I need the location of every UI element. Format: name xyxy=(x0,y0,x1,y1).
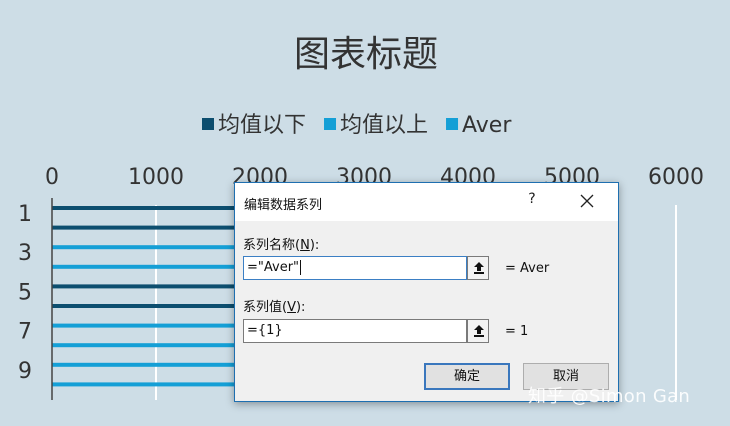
legend-swatch xyxy=(446,118,459,130)
y-tick-label: 7 xyxy=(18,320,32,345)
y-tick-label: 9 xyxy=(18,359,32,384)
ok-button[interactable]: 确定 xyxy=(424,363,510,390)
legend-label: Aver xyxy=(462,113,512,138)
close-icon[interactable] xyxy=(578,192,596,210)
legend-swatch xyxy=(202,118,214,130)
edit-series-dialog: 编辑数据系列 ? 系列名称(N): ="Aver" = Aver 系列值(V):… xyxy=(234,182,619,402)
bar[interactable] xyxy=(52,206,242,210)
x-tick-label: 1000 xyxy=(128,165,184,190)
bar[interactable] xyxy=(52,323,242,328)
dialog-titlebar[interactable]: 编辑数据系列 ? xyxy=(235,183,618,221)
y-tick-label: 5 xyxy=(18,280,32,305)
bar[interactable] xyxy=(52,245,242,250)
bar-series[interactable] xyxy=(52,206,242,387)
range-selector-icon xyxy=(474,325,484,337)
bar[interactable] xyxy=(52,304,242,308)
legend-swatch xyxy=(324,118,337,130)
series-values-label: 系列值(V): xyxy=(243,300,306,315)
series-name-input[interactable]: ="Aver" xyxy=(243,256,467,280)
bar[interactable] xyxy=(52,284,242,289)
series-name-range-button[interactable] xyxy=(467,256,489,280)
chart-legend[interactable]: 均值以下 均值以上 Aver xyxy=(202,113,512,138)
x-tick-label: 6000 xyxy=(648,165,704,190)
help-button[interactable]: ? xyxy=(523,191,541,211)
legend-label: 均值以下 xyxy=(218,113,306,138)
bar[interactable] xyxy=(52,343,242,348)
x-tick-label: 0 xyxy=(45,165,59,190)
series-name-preview: = Aver xyxy=(505,261,550,276)
series-values-preview: = 1 xyxy=(505,324,529,339)
bar[interactable] xyxy=(52,362,242,367)
dialog-title: 编辑数据系列 xyxy=(244,198,323,213)
dialog-body: 系列名称(N): ="Aver" = Aver 系列值(V): ={1} = 1… xyxy=(235,221,618,401)
watermark: 知乎 @Simon Gan xyxy=(528,386,691,407)
series-values-input[interactable]: ={1} xyxy=(243,319,467,343)
bar[interactable] xyxy=(52,264,242,269)
y-tick-label: 3 xyxy=(18,241,32,266)
bar[interactable] xyxy=(52,225,242,230)
chart-title[interactable]: 图表标题 xyxy=(294,34,438,75)
y-axis-tick-labels: 1 3 5 7 9 xyxy=(18,202,32,384)
range-selector-icon xyxy=(474,262,484,274)
y-tick-label: 1 xyxy=(18,202,32,227)
legend-label: 均值以上 xyxy=(340,113,428,138)
bar[interactable] xyxy=(52,382,242,387)
series-name-label: 系列名称(N): xyxy=(243,238,320,253)
series-values-range-button[interactable] xyxy=(467,319,489,343)
